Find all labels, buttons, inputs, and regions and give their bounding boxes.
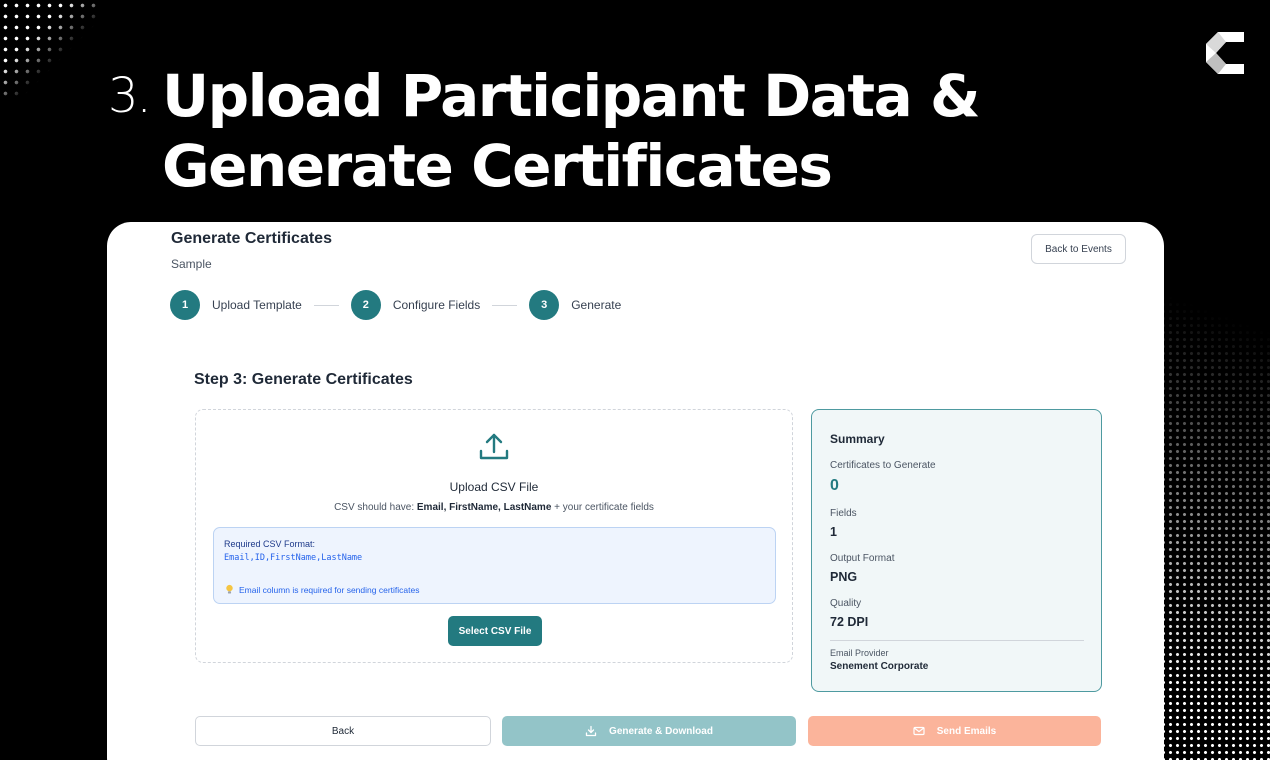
- step-connector: [492, 304, 518, 306]
- format-label: Required CSV Format:: [224, 539, 316, 549]
- step-heading: Step 3: Generate Certificates: [194, 371, 413, 388]
- quality-label: Quality: [830, 598, 862, 609]
- lightbulb-icon: [226, 584, 233, 594]
- fields-label: Fields: [830, 508, 857, 519]
- back-to-events-button[interactable]: Back to Events: [1031, 234, 1126, 264]
- headline-number: 3.: [108, 68, 152, 124]
- format-note-text: Email column is required for sending cer…: [239, 584, 420, 595]
- step-upload-template[interactable]: 1 Upload Template: [170, 290, 302, 320]
- send-emails-button[interactable]: Send Emails: [808, 716, 1101, 746]
- format-code: Email,ID,FirstName,LastName: [224, 553, 363, 563]
- step-number: 3: [529, 290, 560, 320]
- step-generate[interactable]: 3 Generate: [529, 290, 621, 320]
- step-number: 1: [170, 290, 200, 320]
- page-subtitle: Sample: [171, 257, 212, 271]
- step-label: Configure Fields: [392, 298, 481, 312]
- step-connector: [313, 304, 339, 306]
- decorative-dots-right: [1160, 280, 1270, 760]
- headline-line-1: Upload Participant Data &: [162, 62, 981, 130]
- step-label: Upload Template: [212, 298, 302, 312]
- decorative-dots-top-left: [0, 0, 100, 100]
- stepper: 1 Upload Template 2 Configure Fields 3 G…: [170, 290, 621, 320]
- upload-hint-fields: Email, FirstName, LastName: [416, 502, 552, 513]
- step-configure-fields[interactable]: 2 Configure Fields: [350, 290, 481, 320]
- app-window: Generate Certificates Sample Back to Eve…: [107, 222, 1164, 760]
- certificates-count-value: 0: [830, 477, 839, 494]
- send-emails-label: Send Emails: [936, 725, 997, 737]
- quality-value: 72 DPI: [830, 615, 869, 629]
- select-csv-file-button[interactable]: Select CSV File: [448, 616, 542, 646]
- generate-download-label: Generate & Download: [609, 725, 713, 737]
- fields-value: 1: [830, 525, 837, 539]
- back-button[interactable]: Back: [195, 716, 491, 746]
- certificates-count-label: Certificates to Generate: [830, 460, 936, 471]
- upload-icon: [479, 433, 509, 460]
- format-note: Email column is required for sending cer…: [224, 584, 419, 595]
- output-format-value: PNG: [830, 570, 858, 584]
- generate-download-button[interactable]: Generate & Download: [502, 716, 796, 746]
- mail-icon: [913, 726, 925, 736]
- step-number: 2: [350, 290, 381, 320]
- email-provider-label: Email Provider: [830, 648, 889, 658]
- upload-title: Upload CSV File: [449, 480, 539, 494]
- summary-divider: [830, 640, 1084, 641]
- upload-hint: CSV should have: Email, FirstName, LastN…: [196, 502, 792, 513]
- csv-upload-dropzone[interactable]: Upload CSV File CSV should have: Email, …: [195, 409, 793, 663]
- headline-line-2: Generate Certificates: [162, 132, 833, 200]
- download-icon: [585, 725, 597, 737]
- csv-format-info: Required CSV Format: Email,ID,FirstName,…: [213, 527, 776, 604]
- brand-logo-icon: [1206, 32, 1244, 74]
- output-format-label: Output Format: [830, 553, 895, 564]
- summary-panel: Summary Certificates to Generate 0 Field…: [811, 409, 1102, 692]
- upload-hint-suffix: + your certificate fields: [551, 502, 654, 513]
- upload-hint-prefix: CSV should have:: [334, 502, 417, 513]
- summary-title: Summary: [830, 432, 885, 446]
- page-title: Generate Certificates: [171, 230, 332, 247]
- email-provider-value: Senement Corporate: [830, 661, 929, 672]
- step-label: Generate: [571, 298, 622, 312]
